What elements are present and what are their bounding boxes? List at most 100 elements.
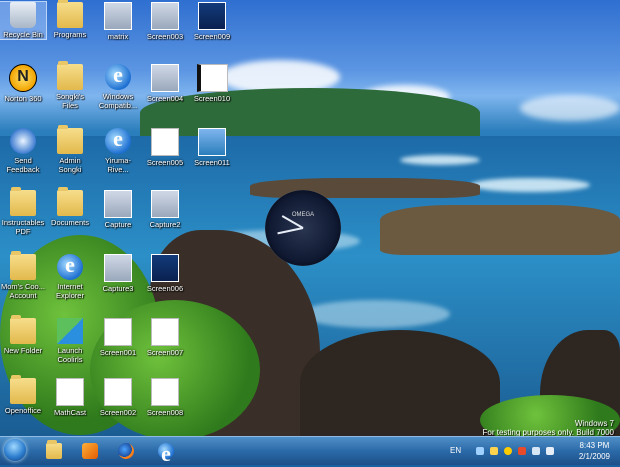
folder-icon [10, 187, 36, 216]
watermark-line: Windows 7 [574, 419, 614, 428]
battery-icon[interactable] [532, 447, 540, 455]
clock-display[interactable]: 8:43 PM 2/1/2009 [579, 440, 610, 462]
icon-label: Instructables PDF [1, 218, 45, 236]
folder-icon [10, 375, 36, 404]
internet-explorer-icon [105, 62, 131, 90]
icon-label: Screen010 [193, 94, 231, 103]
taskbar-media-player-button[interactable] [76, 440, 104, 462]
image-thumbnail-icon [151, 318, 179, 346]
icon-label: Windows Compatib... [98, 92, 138, 110]
norton360-shortcut[interactable]: Norton 360 [0, 64, 46, 103]
launch-coolirls-shortcut[interactable]: Launch Coolirls [47, 318, 93, 364]
volume-icon[interactable] [546, 447, 554, 455]
network-icon[interactable] [476, 447, 484, 455]
icon-label: Screen007 [146, 348, 184, 357]
programs-shortcut[interactable]: Programs [47, 0, 93, 39]
capture2-shortcut[interactable]: Capture2 [142, 190, 188, 229]
moms-account-shortcut[interactable]: Mom's Coo... Account [0, 251, 46, 300]
screen005-shortcut[interactable]: Screen005 [142, 128, 188, 167]
icon-label: Screen005 [146, 158, 184, 167]
clock-brand-label: OMEGA [291, 212, 315, 218]
icon-label: Openoffice [4, 406, 42, 415]
image-thumbnail-icon [151, 190, 179, 218]
screen010-shortcut[interactable]: Screen010 [189, 64, 235, 103]
documents-shortcut[interactable]: Documents [47, 187, 93, 227]
folder-icon [10, 315, 36, 344]
rocks-right [380, 205, 620, 255]
instructables-shortcut[interactable]: Instructables PDF [0, 187, 46, 236]
screen002-shortcut[interactable]: Screen002 [95, 378, 141, 417]
clock-time: 8:43 PM [579, 441, 610, 450]
admin-songki-shortcut[interactable]: Admin Songki [47, 125, 93, 174]
image-thumbnail-icon [198, 128, 226, 156]
icon-label: Programs [53, 30, 87, 39]
screen009-shortcut[interactable]: Screen009 [189, 2, 235, 41]
windows-compat-shortcut[interactable]: Windows Compatib... [95, 62, 141, 110]
recycle-bin-icon [10, 2, 36, 28]
wave-foam [400, 155, 480, 165]
icon-label: Send Feedback [6, 156, 40, 174]
icon-label: Capture3 [102, 284, 134, 293]
screen007-shortcut[interactable]: Screen007 [142, 318, 188, 357]
icon-label: Screen011 [194, 158, 230, 167]
icon-label: Recycle Bin [3, 30, 43, 39]
mathcast-icon [56, 378, 84, 406]
recycle-bin-shortcut[interactable]: Recycle Bin [0, 1, 47, 40]
matrix-icon [104, 2, 132, 30]
shield-icon[interactable] [518, 447, 526, 455]
action-center-icon[interactable] [490, 447, 498, 455]
screen008-shortcut[interactable]: Screen008 [142, 378, 188, 417]
image-thumbnail-icon [198, 2, 226, 30]
capture-shortcut[interactable]: Capture [95, 190, 141, 229]
icon-label: Screen006 [146, 284, 184, 293]
internet-explorer-icon [57, 252, 83, 280]
icon-label: Songki's Files [55, 92, 85, 110]
image-thumbnail-icon [151, 64, 179, 92]
songkis-files-shortcut[interactable]: Songki's Files [47, 61, 93, 110]
cloud [520, 95, 620, 121]
clock-gadget[interactable]: OMEGA [265, 190, 341, 266]
taskbar-explorer-button[interactable] [40, 440, 68, 462]
openoffice-shortcut[interactable]: Openoffice [0, 375, 46, 415]
wave-foam [300, 300, 450, 328]
icon-label: Admin Songki [58, 156, 82, 174]
folder-icon [46, 440, 62, 459]
screen004-shortcut[interactable]: Screen004 [142, 64, 188, 103]
icon-label: Internet Explorer [56, 282, 84, 300]
image-thumbnail-icon [151, 128, 179, 156]
image-thumbnail-icon [151, 254, 179, 282]
icon-label: Capture [104, 220, 132, 229]
clock-minute-hand [277, 227, 304, 235]
folder-icon [57, 61, 83, 90]
internet-explorer-shortcut[interactable]: Internet Explorer [47, 252, 93, 300]
mathcast-shortcut[interactable]: MathCast [47, 378, 93, 417]
icon-label: Norton 360 [4, 94, 42, 103]
folder-icon [57, 125, 83, 154]
taskbar-firefox-button[interactable] [112, 440, 140, 462]
icon-label: MathCast [53, 408, 87, 417]
language-indicator[interactable]: EN [450, 446, 461, 455]
lava-rocks [300, 330, 500, 436]
icon-label: Screen009 [193, 32, 231, 41]
system-tray: EN 8:43 PM 2/1/2009 [450, 437, 620, 465]
capture3-shortcut[interactable]: Capture3 [95, 254, 141, 293]
image-thumbnail-icon [151, 2, 179, 30]
start-button[interactable] [4, 439, 26, 461]
screen011-shortcut[interactable]: Screen011 [189, 128, 235, 167]
screen001-shortcut[interactable]: Screen001 [95, 318, 141, 357]
image-thumbnail-icon [104, 190, 132, 218]
screen003-shortcut[interactable]: Screen003 [142, 2, 188, 41]
yiruma-shortcut[interactable]: Yiruma-Rive... [95, 126, 141, 174]
folder-icon [57, 0, 83, 28]
taskbar-internet-explorer-button[interactable] [152, 440, 180, 467]
send-feedback-shortcut[interactable]: Send Feedback [0, 128, 46, 174]
matrix-shortcut[interactable]: matrix [95, 2, 141, 41]
new-folder-shortcut[interactable]: New Folder [0, 315, 46, 355]
image-thumbnail-icon [104, 318, 132, 346]
clock-date: 2/1/2009 [578, 452, 610, 461]
norton-tray-icon[interactable] [504, 447, 512, 455]
icon-label: Documents [51, 218, 89, 227]
icon-label: New Folder [3, 346, 43, 355]
screen006-shortcut[interactable]: Screen006 [142, 254, 188, 293]
icon-label: matrix [107, 32, 129, 41]
